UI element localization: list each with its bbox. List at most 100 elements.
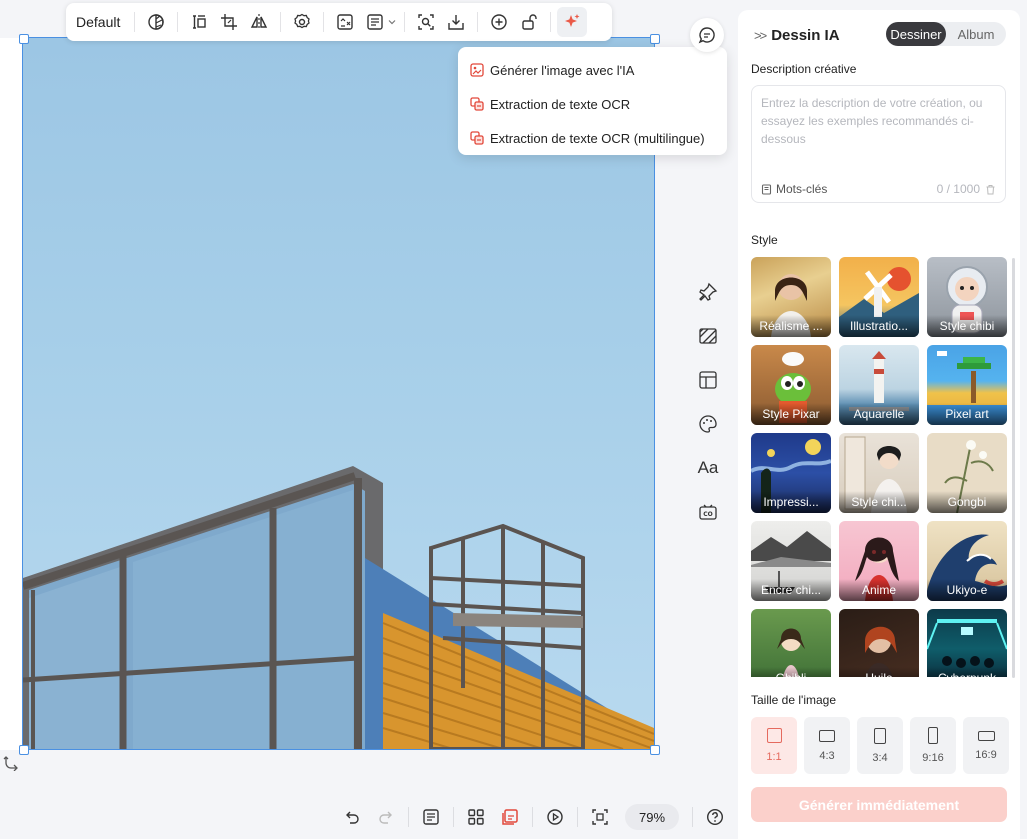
resize-handle-tl[interactable] <box>19 34 29 44</box>
image-toolbar: Default <box>66 3 612 41</box>
collapse-icon[interactable]: >> <box>754 28 767 43</box>
size-option-label: 3:4 <box>872 751 888 764</box>
chevron-down-icon <box>388 20 396 25</box>
image-edit-button[interactable] <box>330 7 360 37</box>
redo-button[interactable] <box>369 800 403 834</box>
help-icon <box>707 808 724 826</box>
style-card-illustration[interactable]: Illustratio... <box>839 257 919 337</box>
align-top-button[interactable] <box>184 7 214 37</box>
style-card-cyberpunk[interactable]: Cyberpunk <box>927 609 1007 677</box>
crop-button[interactable] <box>214 7 244 37</box>
style-card-pixel-art[interactable]: Pixel art <box>927 345 1007 425</box>
style-name: Style chi... <box>839 491 919 513</box>
menu-item-label: Générer l'image avec l'IA <box>490 62 635 78</box>
keywords-button[interactable]: Mots-clés <box>761 182 827 196</box>
style-card-impressionnisme[interactable]: Impressi... <box>751 433 831 513</box>
menu-item-ocr[interactable]: Extraction de texte OCR <box>458 87 727 121</box>
notes-button[interactable] <box>414 800 448 834</box>
size-option-3-4[interactable]: 3:4 <box>857 717 903 774</box>
filter-icon <box>148 14 165 30</box>
add-button[interactable] <box>484 7 514 37</box>
style-name: Gongbi <box>927 491 1007 513</box>
resize-handle-br[interactable] <box>650 745 660 755</box>
ai-image-icon <box>470 63 484 77</box>
style-card-chinese-style[interactable]: Style chi... <box>839 433 919 513</box>
pin-tool-button[interactable] <box>692 270 724 314</box>
style-scrollbar[interactable] <box>1012 258 1015 678</box>
download-button[interactable] <box>441 7 471 37</box>
char-count: 0 / 1000 <box>936 182 980 196</box>
zoom-fit-button[interactable] <box>411 7 441 37</box>
undo-button[interactable] <box>335 800 369 834</box>
pin-icon <box>699 282 718 301</box>
help-button[interactable] <box>698 800 732 834</box>
style-card-aquarelle[interactable]: Aquarelle <box>839 345 919 425</box>
style-card-realisme[interactable]: Réalisme ... <box>751 257 831 337</box>
rotate-handle[interactable] <box>3 755 19 772</box>
tab-dessiner[interactable]: Dessiner <box>886 22 946 46</box>
style-card-gongbi[interactable]: Gongbi <box>927 433 1007 513</box>
layout-icon <box>699 371 717 389</box>
style-card-ukiyo-e[interactable]: Ukiyo-e <box>927 521 1007 601</box>
style-name: Pixel art <box>927 403 1007 425</box>
pattern-tool-button[interactable] <box>692 314 724 358</box>
style-name: Réalisme ... <box>751 315 831 337</box>
palette-icon <box>699 415 717 433</box>
menu-item-label: Extraction de texte OCR <box>490 96 631 112</box>
add-circle-icon <box>491 14 508 30</box>
text-icon: Aa <box>697 458 719 477</box>
chat-icon <box>698 27 715 44</box>
preset-select[interactable]: Default <box>72 14 128 30</box>
bottom-divider <box>408 807 409 827</box>
size-option-4-3[interactable]: 4:3 <box>804 717 850 774</box>
size-option-label: 9:16 <box>922 752 944 764</box>
chat-button[interactable] <box>690 18 724 52</box>
fit-screen-button[interactable] <box>583 800 617 834</box>
resize-handle-tr[interactable] <box>650 34 660 44</box>
cc-tool-button[interactable]: CO <box>692 490 724 534</box>
settings-button[interactable] <box>287 7 317 37</box>
text-tool-button[interactable]: Aa <box>692 446 724 490</box>
style-name: Aquarelle <box>839 403 919 425</box>
ai-tools-button[interactable] <box>557 7 588 37</box>
grid-button[interactable] <box>459 800 493 834</box>
style-name: Style Pixar <box>751 403 831 425</box>
ai-sparkle-icon <box>565 14 580 27</box>
text-doc-caret[interactable] <box>386 17 398 27</box>
style-name: Style chibi <box>927 315 1007 337</box>
generate-button[interactable]: Générer immédiatement <box>751 787 1007 822</box>
tab-album[interactable]: Album <box>946 22 1006 46</box>
layout-tool-button[interactable] <box>692 358 724 402</box>
menu-item-label: Extraction de texte OCR (multilingue) <box>490 130 705 146</box>
unlock-button[interactable] <box>514 7 544 37</box>
square-icon <box>766 728 782 743</box>
style-name: Encre chi... <box>751 579 831 601</box>
zoom-level[interactable]: 79% <box>625 804 680 830</box>
style-card-ghibli[interactable]: Ghibli <box>751 609 831 677</box>
trash-icon[interactable] <box>985 184 996 195</box>
layers-icon <box>502 809 518 825</box>
bottom-divider <box>577 807 578 827</box>
menu-item-ocr-multilingual[interactable]: Extraction de texte OCR (multilingue) <box>458 121 727 155</box>
size-option-9-16[interactable]: 9:16 <box>910 717 956 774</box>
palette-tool-button[interactable] <box>692 402 724 446</box>
left-panel <box>0 38 24 750</box>
play-button[interactable] <box>538 800 572 834</box>
filter-button[interactable] <box>141 7 171 37</box>
style-card-anime[interactable]: Anime <box>839 521 919 601</box>
book-icon <box>761 183 772 195</box>
image-edit-icon <box>337 14 354 30</box>
style-card-chibi[interactable]: Style chibi <box>927 257 1007 337</box>
style-card-pixar[interactable]: Style Pixar <box>751 345 831 425</box>
size-option-1-1[interactable]: 1:1 <box>751 717 797 774</box>
download-icon <box>448 15 465 30</box>
flip-button[interactable] <box>244 7 274 37</box>
style-card-encre-chinoise[interactable]: Encre chi... <box>751 521 831 601</box>
resize-handle-bl[interactable] <box>19 745 29 755</box>
style-card-huile[interactable]: Huile <box>839 609 919 677</box>
style-name: Cyberpunk <box>927 667 1007 677</box>
size-option-16-9[interactable]: 16:9 <box>963 717 1009 774</box>
menu-item-generate-ai-image[interactable]: Générer l'image avec l'IA <box>458 53 727 87</box>
description-input[interactable]: Entrez la description de votre création,… <box>751 85 1006 203</box>
layers-button[interactable] <box>493 800 527 834</box>
